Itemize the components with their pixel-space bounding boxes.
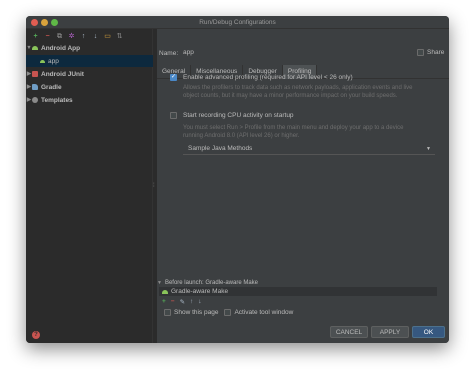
move-task-down-icon[interactable]: ↓ xyxy=(198,298,201,305)
move-up-icon[interactable]: ↑ xyxy=(79,32,88,41)
activate-tool-window-option[interactable]: Activate tool window xyxy=(224,309,293,316)
ok-button[interactable]: OK xyxy=(412,326,445,338)
share-label: Share xyxy=(427,49,445,56)
tree-item-label: Templates xyxy=(41,96,73,104)
profiling-method-value: Sample Java Methods xyxy=(188,145,253,152)
cpu-recording-option[interactable]: Start recording CPU activity on startup xyxy=(170,112,294,119)
activate-tool-window-checkbox[interactable] xyxy=(224,309,232,316)
share-checkbox[interactable] xyxy=(417,49,424,56)
before-launch-task[interactable]: Gradle-aware Make xyxy=(159,287,437,296)
name-input[interactable]: app xyxy=(181,48,381,58)
window-title: Run/Debug Configurations xyxy=(199,19,276,26)
android-icon xyxy=(162,289,168,294)
android-icon xyxy=(40,59,45,63)
remove-task-icon[interactable]: − xyxy=(171,298,175,305)
task-label: Gradle-aware Make xyxy=(171,288,229,295)
move-down-icon[interactable]: ↓ xyxy=(91,32,100,41)
tree-item-label: Android App xyxy=(41,44,81,52)
apply-button[interactable]: APPLY xyxy=(371,326,409,338)
show-page-label: Show this page xyxy=(174,309,219,316)
tree-item-android-junit[interactable]: ▶ Android JUnit xyxy=(26,68,153,80)
before-launch-header[interactable]: ▼ Before launch: Gradle-aware Make xyxy=(157,280,258,286)
advanced-profiling-help: Allows the profilers to track data such … xyxy=(183,85,413,99)
advanced-profiling-option[interactable]: ✓ Enable advanced profiling (required fo… xyxy=(170,74,353,81)
activate-tool-window-label: Activate tool window xyxy=(234,309,294,316)
launch-options: Show this page Activate tool window xyxy=(164,309,293,316)
copy-icon[interactable]: ⧉ xyxy=(55,32,64,41)
gradle-icon xyxy=(32,84,38,90)
help-icon[interactable]: ? xyxy=(32,331,40,339)
before-launch-toolbar: + − ✎ ↑ ↓ xyxy=(162,297,202,306)
advanced-profiling-checkbox[interactable]: ✓ xyxy=(170,74,177,81)
name-label: Name: xyxy=(159,50,179,57)
cancel-button[interactable]: CANCEL xyxy=(330,326,368,338)
chevron-down-icon: ▼ xyxy=(426,146,431,152)
edit-task-icon[interactable]: ✎ xyxy=(180,298,185,306)
cpu-recording-label: Start recording CPU activity on startup xyxy=(183,112,294,119)
settings-icon[interactable]: ✲ xyxy=(67,32,76,41)
profiling-method-select[interactable]: Sample Java Methods ▼ xyxy=(183,143,435,155)
tree-item-label: Android JUnit xyxy=(41,70,84,78)
android-icon xyxy=(32,46,38,50)
configurations-sidebar: + − ⧉ ✲ ↑ ↓ ▭ ⇅ ▼ Android App app ▶ Andr… xyxy=(26,29,153,343)
templates-icon xyxy=(32,97,38,103)
grip-icon: ⁞ xyxy=(153,183,155,189)
tree-item-label: app xyxy=(48,57,59,65)
remove-icon[interactable]: − xyxy=(43,32,52,41)
add-task-icon[interactable]: + xyxy=(162,298,166,305)
tree-item-android-app[interactable]: ▼ Android App xyxy=(26,42,153,54)
cpu-recording-checkbox[interactable] xyxy=(170,112,177,119)
before-launch-label: Before launch: Gradle-aware Make xyxy=(164,280,258,286)
show-page-option[interactable]: Show this page xyxy=(164,309,218,316)
tree-item-app[interactable]: app xyxy=(26,55,153,67)
add-icon[interactable]: + xyxy=(31,32,40,41)
cpu-recording-help: You must select Run > Profile from the m… xyxy=(183,125,404,139)
show-page-checkbox[interactable] xyxy=(164,309,171,316)
configurations-toolbar: + − ⧉ ✲ ↑ ↓ ▭ ⇅ xyxy=(31,31,124,41)
chevron-down-icon[interactable]: ▼ xyxy=(157,280,162,286)
sort-icon[interactable]: ⇅ xyxy=(115,32,124,41)
folder-icon[interactable]: ▭ xyxy=(103,32,112,41)
run-debug-dialog: Run/Debug Configurations + − ⧉ ✲ ↑ ↓ ▭ ⇅… xyxy=(26,16,449,343)
title-bar: Run/Debug Configurations xyxy=(26,16,449,29)
tree-item-gradle[interactable]: ▶ Gradle xyxy=(26,81,153,93)
advanced-profiling-label: Enable advanced profiling (required for … xyxy=(183,74,353,81)
tree-item-templates[interactable]: ▶ Templates xyxy=(26,94,153,106)
share-option[interactable]: Share xyxy=(417,49,444,56)
junit-icon xyxy=(32,71,38,77)
move-task-up-icon[interactable]: ↑ xyxy=(190,298,193,305)
tree-item-label: Gradle xyxy=(41,83,62,91)
